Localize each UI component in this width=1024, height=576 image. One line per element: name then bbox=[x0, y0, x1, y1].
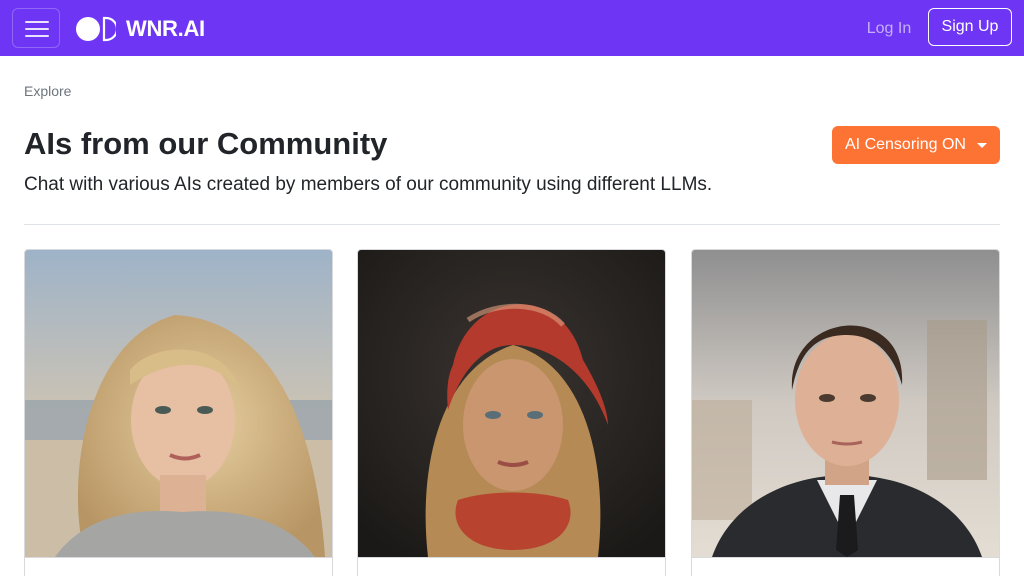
header-divider bbox=[24, 224, 1000, 225]
top-navbar: WNR.AI Log In Sign Up bbox=[0, 0, 1024, 56]
menu-icon-bar bbox=[25, 35, 49, 37]
brand-link[interactable]: WNR.AI bbox=[76, 14, 205, 44]
login-link[interactable]: Log In bbox=[860, 17, 918, 41]
page-subtitle: Chat with various AIs created by members… bbox=[24, 174, 713, 195]
menu-icon-bar bbox=[25, 28, 49, 30]
ai-portrait-image bbox=[358, 250, 665, 557]
ai-censoring-dropdown[interactable]: AI Censoring ON bbox=[832, 126, 1000, 164]
ai-card[interactable] bbox=[691, 249, 1000, 576]
signup-button[interactable]: Sign Up bbox=[928, 8, 1012, 46]
ai-card-body bbox=[358, 557, 665, 576]
page-title: AIs from our Community bbox=[24, 126, 388, 161]
ai-card-body bbox=[692, 557, 999, 576]
menu-toggle-button[interactable] bbox=[12, 8, 60, 48]
breadcrumb-explore[interactable]: Explore bbox=[24, 82, 71, 100]
brand-logo-icon bbox=[76, 16, 116, 42]
ai-card[interactable] bbox=[357, 249, 666, 576]
ai-censoring-label: AI Censoring ON bbox=[845, 136, 966, 153]
ai-card-body bbox=[25, 557, 332, 576]
ai-portrait-image bbox=[25, 250, 332, 557]
caret-down-icon bbox=[977, 143, 987, 148]
brand-name: WNR.AI bbox=[126, 16, 205, 41]
ai-portrait-image bbox=[692, 250, 999, 557]
ai-card[interactable] bbox=[24, 249, 333, 576]
menu-icon bbox=[25, 21, 49, 23]
